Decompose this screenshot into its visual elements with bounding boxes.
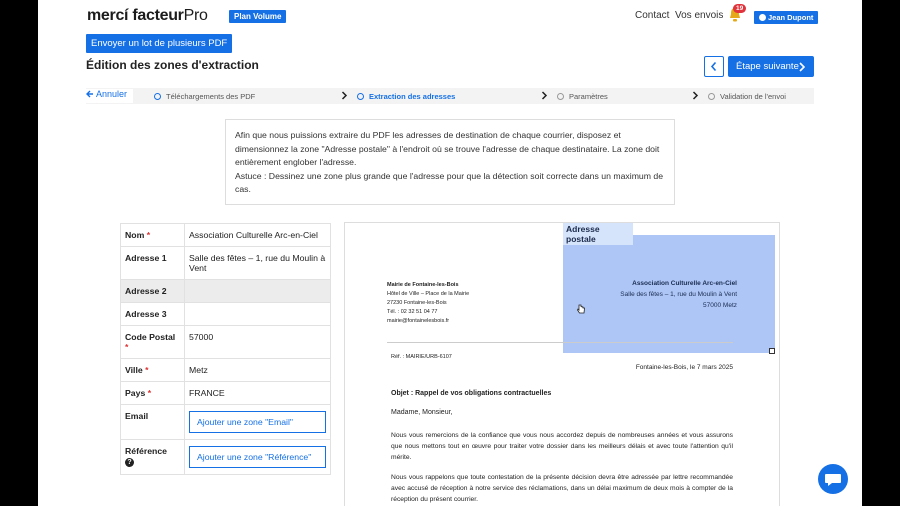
- sender-line: mairie@fontainelesbois.fr: [387, 318, 450, 324]
- next-step-label: Étape suivante: [736, 61, 799, 72]
- sender-name: Mairie de Fontaine-les-Bois: [387, 282, 459, 288]
- field-value: [184, 302, 331, 326]
- recipient-line: 57000 Metz: [703, 302, 737, 309]
- chevron-right-icon: [341, 91, 348, 100]
- field-value: Association Culturelle Arc-en-Ciel: [184, 223, 331, 247]
- address-zone-label[interactable]: Adresse postale: [563, 223, 633, 245]
- instructions-box: Afin que nous puissions extraire du PDF …: [225, 119, 675, 205]
- subject-line: Objet : Rappel de vos obligations contra…: [391, 390, 552, 397]
- check-circle-icon: [154, 93, 161, 100]
- user-icon: [759, 14, 766, 21]
- sender-line: Hôtel de Ville – Place de la Mairie: [387, 291, 470, 297]
- greeting-line: Madame, Monsieur,: [391, 409, 453, 416]
- previous-step-button[interactable]: [704, 56, 724, 77]
- field-row-code-postal: Code Postal * 57000: [120, 325, 331, 359]
- date-line: Fontaine-les-Bois, le 7 mars 2025: [635, 364, 733, 371]
- pdf-preview[interactable]: Mairie de Fontaine-les-Bois Hôtel de Vil…: [344, 222, 780, 506]
- chevron-left-icon: [710, 61, 717, 72]
- letter-paragraph: Nous vous rappelons que toute contestati…: [391, 474, 733, 504]
- field-value: Salle des fêtes – 1, rue du Moulin à Ven…: [184, 246, 331, 280]
- steps-bar: Annuler Téléchargements des PDF Extracti…: [86, 88, 814, 104]
- recipient-name: Association Culturelle Arc-en-Ciel: [632, 280, 737, 287]
- fields-table: Nom * Association Culturelle Arc-en-Ciel …: [120, 223, 331, 475]
- step-validation: Validation de l'envoi: [708, 92, 786, 101]
- cancel-link[interactable]: Annuler: [86, 89, 134, 103]
- reference-line: Réf. : MAIRIE/URB-6107: [391, 354, 452, 360]
- field-row-adresse1: Adresse 1 Salle des fêtes – 1, rue du Mou…: [120, 246, 331, 280]
- field-row-nom: Nom * Association Culturelle Arc-en-Ciel: [120, 223, 331, 247]
- chevron-right-icon: [541, 91, 548, 100]
- field-value: Metz: [184, 358, 331, 382]
- field-value: 57000: [184, 325, 331, 359]
- hand-cursor-icon: [577, 304, 585, 314]
- resize-handle[interactable]: [769, 348, 775, 354]
- my-sends-link[interactable]: Vos envois: [675, 10, 723, 21]
- chat-bubble-icon: [825, 474, 841, 486]
- field-value: FRANCE: [184, 381, 331, 405]
- logo[interactable]: mercí facteurPro: [87, 7, 208, 25]
- circle-icon: [557, 93, 564, 100]
- step-parameters: Paramètres: [557, 92, 608, 101]
- user-menu[interactable]: Jean Dupont: [754, 11, 819, 24]
- field-row-adresse3: Adresse 3: [120, 302, 331, 326]
- page-title: Édition des zones d'extraction: [86, 58, 259, 72]
- chevron-right-icon: [799, 62, 806, 72]
- sender-line: Tél. : 02 32 51 04 77: [387, 309, 438, 315]
- chevron-right-icon: [692, 91, 699, 100]
- contact-link[interactable]: Contact: [635, 10, 669, 21]
- field-row-ville: Ville * Metz: [120, 358, 331, 382]
- field-row-reference: Référence? Ajouter une zone "Référence": [120, 439, 331, 475]
- field-row-pays: Pays * FRANCE: [120, 381, 331, 405]
- sender-line: 27230 Fontaine-les-Bois: [387, 300, 447, 306]
- step-upload: Téléchargements des PDF: [154, 92, 255, 101]
- field-row-adresse2: Adresse 2: [120, 279, 331, 303]
- instructions-text: Afin que nous puissions extraire du PDF …: [235, 130, 660, 168]
- add-reference-zone-button[interactable]: Ajouter une zone "Référence": [189, 446, 326, 468]
- step-extraction: Extraction des adresses: [357, 92, 455, 101]
- page: mercí facteurPro Plan Volume Contact Vos…: [38, 0, 862, 506]
- arrow-left-icon: [86, 90, 93, 97]
- help-icon[interactable]: ?: [125, 458, 134, 467]
- plan-badge: Plan Volume: [229, 10, 287, 23]
- chat-button[interactable]: [818, 464, 848, 494]
- circle-icon: [708, 93, 715, 100]
- letter-paragraph: Nous vous remercions de la confiance que…: [391, 432, 733, 462]
- instructions-tip: Astuce : Dessinez une zone plus grande q…: [235, 170, 664, 195]
- send-batch-button[interactable]: Envoyer un lot de plusieurs PDF: [86, 34, 233, 53]
- next-step-button[interactable]: Étape suivante: [728, 56, 814, 77]
- divider: [387, 342, 733, 343]
- field-row-email: Email Ajouter une zone "Email": [120, 404, 331, 440]
- add-email-zone-button[interactable]: Ajouter une zone "Email": [189, 411, 326, 433]
- circle-icon: [357, 93, 364, 100]
- notification-count: 19: [733, 4, 747, 13]
- user-name: Jean Dupont: [768, 13, 814, 22]
- field-value: [184, 279, 331, 303]
- recipient-line: Salle des fêtes – 1, rue du Moulin à Ven…: [620, 291, 737, 298]
